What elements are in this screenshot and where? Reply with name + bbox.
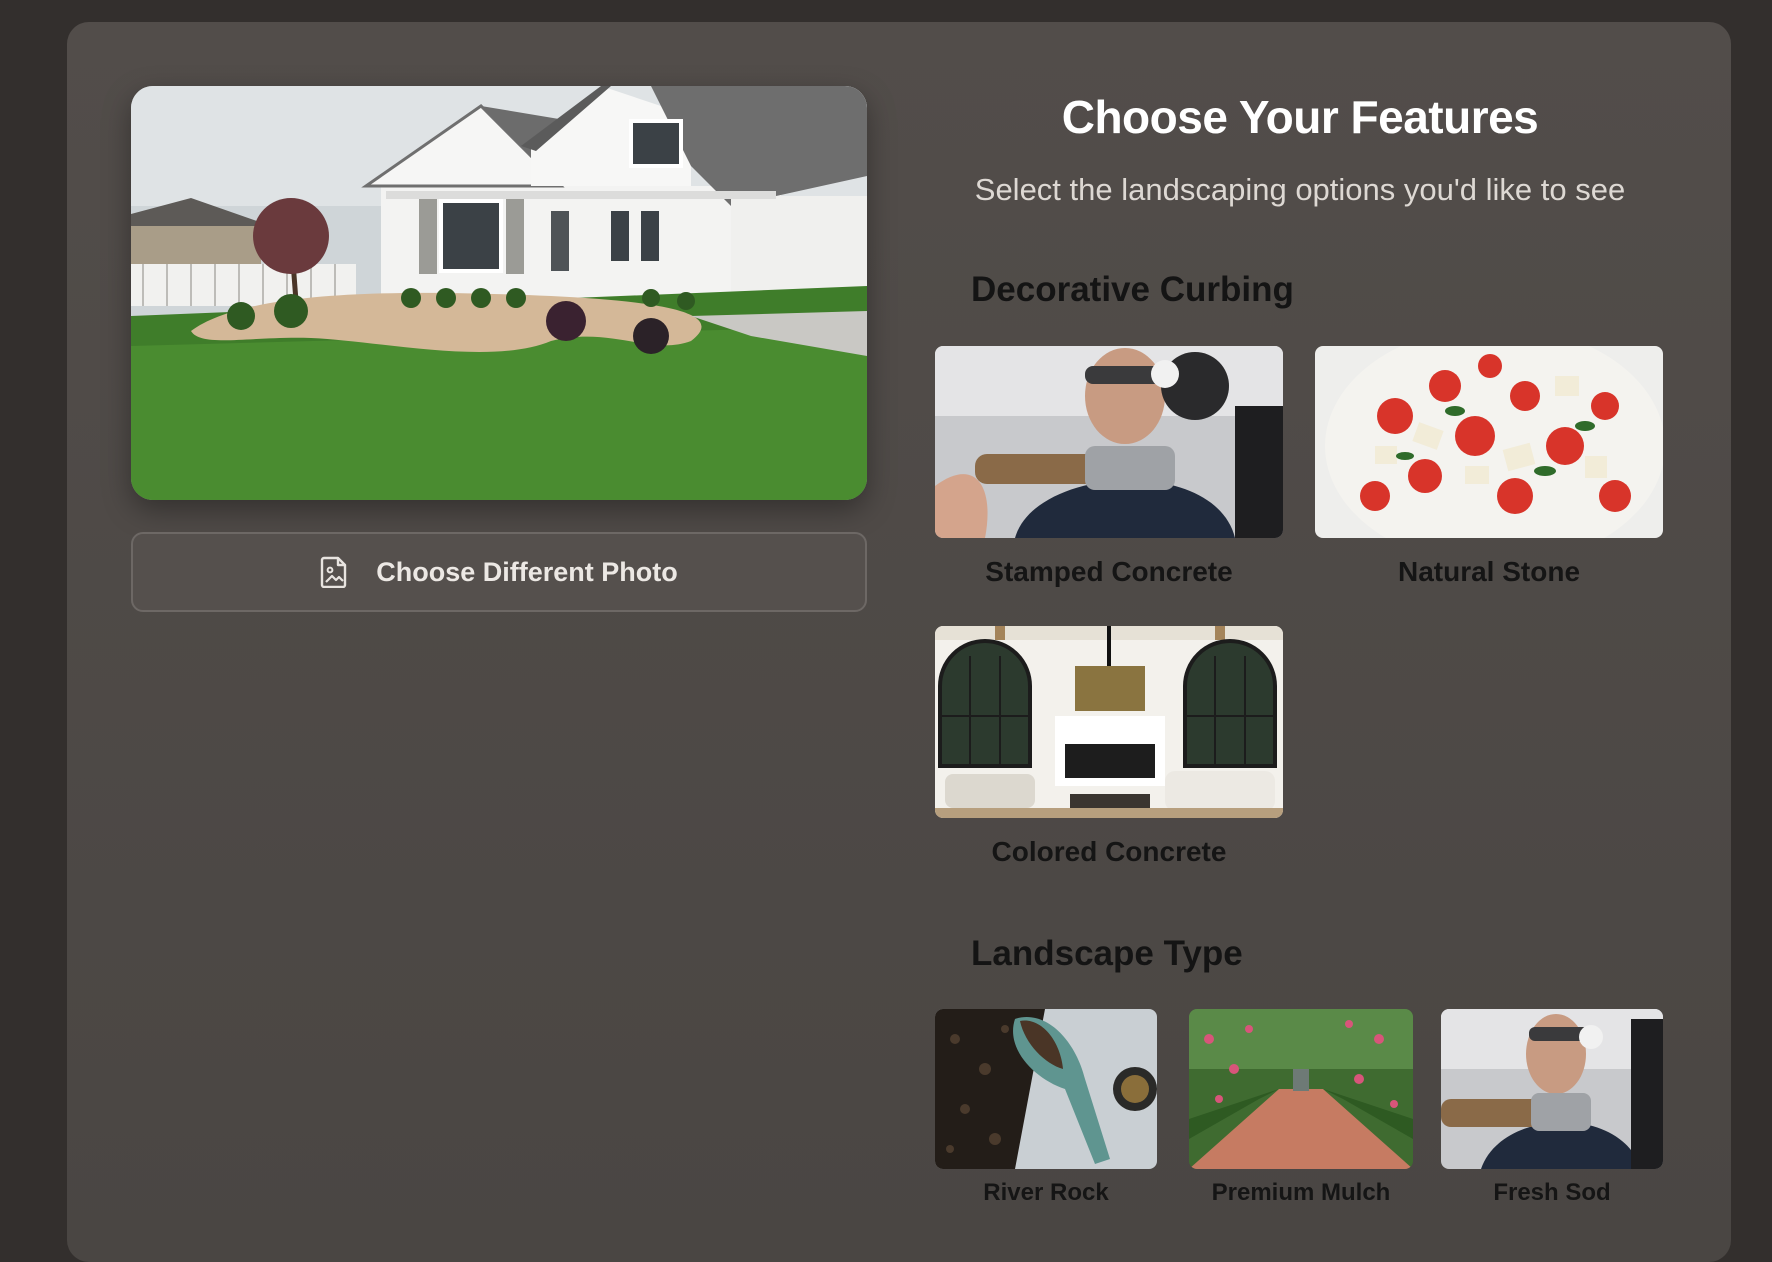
garden-path-photo: [1189, 1009, 1413, 1169]
section-heading-landscape-type: Landscape Type: [971, 934, 1243, 973]
option-label: Colored Concrete: [991, 836, 1227, 867]
page-title: Choose Your Features: [1061, 91, 1539, 143]
uploaded-house-photo: [131, 86, 867, 500]
option-card-fresh-sod[interactable]: Fresh Sod: [1441, 1009, 1663, 1207]
section-heading-decorative-curbing: Decorative Curbing: [971, 270, 1294, 309]
main-panel: Choose Different Photo Choose Your Featu…: [67, 22, 1731, 1262]
choose-different-photo-button[interactable]: Choose Different Photo: [131, 532, 867, 612]
option-label: Stamped Concrete: [985, 556, 1233, 587]
option-label: Natural Stone: [1397, 556, 1581, 587]
option-label: Premium Mulch: [1211, 1179, 1391, 1206]
option-card-natural-stone[interactable]: Natural Stone: [1315, 346, 1663, 588]
soil-trowel-photo: [935, 1009, 1157, 1169]
option-label: River Rock: [983, 1179, 1109, 1206]
worker-tool-photo: [1441, 1009, 1663, 1169]
option-card-colored-concrete[interactable]: Colored Concrete: [935, 626, 1283, 868]
option-card-river-rock[interactable]: River Rock: [935, 1009, 1157, 1207]
tomato-salad-photo: [1315, 346, 1663, 538]
worker-tool-photo: [935, 346, 1283, 538]
image-file-icon: [321, 556, 347, 588]
choose-different-photo-label: Choose Different Photo: [376, 556, 678, 587]
living-room-photo: [935, 626, 1283, 818]
page-subtitle: Select the landscaping options you'd lik…: [974, 172, 1626, 207]
option-card-stamped-concrete[interactable]: Stamped Concrete: [935, 346, 1283, 588]
option-card-premium-mulch[interactable]: Premium Mulch: [1189, 1009, 1413, 1207]
option-label: Fresh Sod: [1493, 1179, 1611, 1206]
